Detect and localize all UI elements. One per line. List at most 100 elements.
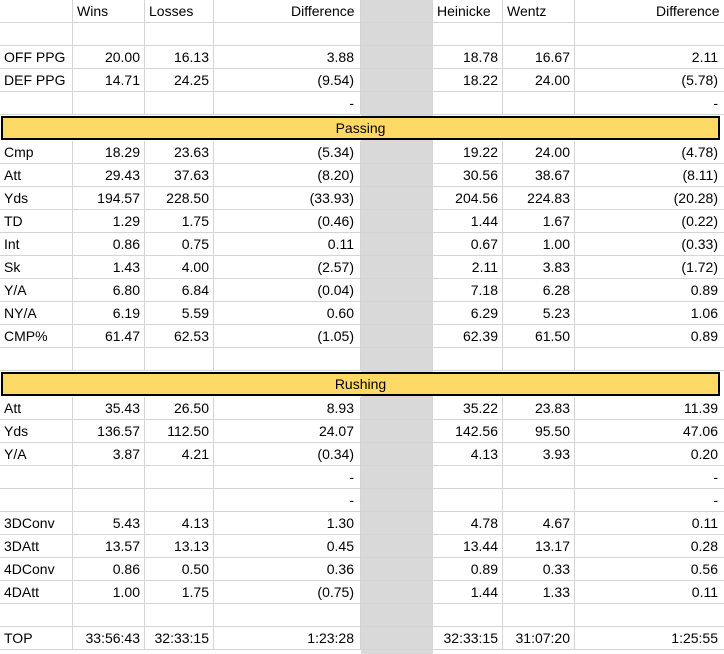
spacer-cell[interactable] bbox=[361, 489, 433, 511]
row-label-cell[interactable]: NY/A bbox=[0, 302, 73, 324]
value-cell[interactable]: 31:07:20 bbox=[503, 627, 575, 649]
value-cell[interactable]: 24.07 bbox=[214, 420, 361, 442]
value-cell[interactable]: 24.00 bbox=[503, 141, 575, 163]
spacer-cell[interactable] bbox=[361, 23, 433, 45]
spacer-cell[interactable] bbox=[361, 279, 433, 301]
value-cell[interactable]: 23.83 bbox=[503, 397, 575, 419]
value-cell[interactable] bbox=[503, 23, 575, 45]
spacer-cell[interactable] bbox=[361, 348, 433, 370]
row-label-cell[interactable]: Y/A bbox=[0, 279, 73, 301]
spacer-cell[interactable] bbox=[361, 187, 433, 209]
value-cell[interactable]: 112.50 bbox=[145, 420, 214, 442]
value-cell[interactable]: (8.20) bbox=[214, 164, 361, 186]
value-cell[interactable] bbox=[575, 23, 724, 45]
row-label-cell[interactable] bbox=[0, 466, 73, 488]
value-cell[interactable]: 6.80 bbox=[73, 279, 145, 301]
row-label-cell[interactable] bbox=[0, 23, 73, 45]
header-wentz[interactable]: Wentz bbox=[503, 0, 575, 22]
value-cell[interactable]: 30.56 bbox=[433, 164, 503, 186]
value-cell[interactable]: 26.50 bbox=[145, 397, 214, 419]
row-label-cell[interactable]: Y/A bbox=[0, 443, 73, 465]
row-label-cell[interactable]: Yds bbox=[0, 187, 73, 209]
value-cell[interactable]: 1:23:28 bbox=[214, 627, 361, 649]
value-cell[interactable]: - bbox=[214, 489, 361, 511]
row-label-cell[interactable] bbox=[0, 489, 73, 511]
value-cell[interactable]: 16.67 bbox=[503, 46, 575, 68]
value-cell[interactable]: 37.63 bbox=[145, 164, 214, 186]
spacer-cell[interactable] bbox=[361, 92, 433, 114]
value-cell[interactable] bbox=[214, 604, 361, 626]
row-label-cell[interactable]: TD bbox=[0, 210, 73, 232]
value-cell[interactable]: - bbox=[214, 466, 361, 488]
spacer-cell[interactable] bbox=[361, 141, 433, 163]
value-cell[interactable] bbox=[433, 466, 503, 488]
value-cell[interactable]: 0.89 bbox=[433, 558, 503, 580]
value-cell[interactable]: 13.17 bbox=[503, 535, 575, 557]
value-cell[interactable]: 0.89 bbox=[575, 325, 724, 347]
value-cell[interactable]: 13.13 bbox=[145, 535, 214, 557]
value-cell[interactable]: 20.00 bbox=[73, 46, 145, 68]
value-cell[interactable]: 2.11 bbox=[575, 46, 724, 68]
row-label-cell[interactable] bbox=[0, 92, 73, 114]
value-cell[interactable]: 24.25 bbox=[145, 69, 214, 91]
value-cell[interactable]: 18.78 bbox=[433, 46, 503, 68]
value-cell[interactable]: 35.43 bbox=[73, 397, 145, 419]
spacer-cell[interactable] bbox=[361, 466, 433, 488]
value-cell[interactable]: 1.00 bbox=[73, 581, 145, 603]
value-cell[interactable]: 5.23 bbox=[503, 302, 575, 324]
row-label-cell[interactable]: 4DAtt bbox=[0, 581, 73, 603]
value-cell[interactable] bbox=[73, 489, 145, 511]
value-cell[interactable]: 95.50 bbox=[503, 420, 575, 442]
value-cell[interactable]: 0.20 bbox=[575, 443, 724, 465]
value-cell[interactable] bbox=[503, 348, 575, 370]
value-cell[interactable]: 1.33 bbox=[503, 581, 575, 603]
value-cell[interactable]: 19.22 bbox=[433, 141, 503, 163]
value-cell[interactable]: 0.11 bbox=[214, 233, 361, 255]
row-label-cell[interactable]: OFF PPG bbox=[0, 46, 73, 68]
row-label-cell[interactable]: Sk bbox=[0, 256, 73, 278]
value-cell[interactable] bbox=[73, 466, 145, 488]
spacer-cell[interactable] bbox=[361, 581, 433, 603]
value-cell[interactable]: (0.34) bbox=[214, 443, 361, 465]
value-cell[interactable] bbox=[145, 23, 214, 45]
value-cell[interactable]: 204.56 bbox=[433, 187, 503, 209]
value-cell[interactable] bbox=[145, 92, 214, 114]
value-cell[interactable]: 3.93 bbox=[503, 443, 575, 465]
header-difference-2[interactable]: Difference bbox=[575, 0, 724, 22]
row-label-cell[interactable]: CMP% bbox=[0, 325, 73, 347]
value-cell[interactable] bbox=[73, 92, 145, 114]
value-cell[interactable]: 0.36 bbox=[214, 558, 361, 580]
spacer-cell[interactable] bbox=[361, 397, 433, 419]
value-cell[interactable]: 23.63 bbox=[145, 141, 214, 163]
row-label-cell[interactable]: 3DConv bbox=[0, 512, 73, 534]
value-cell[interactable]: - bbox=[214, 92, 361, 114]
value-cell[interactable]: 14.71 bbox=[73, 69, 145, 91]
value-cell[interactable]: 38.67 bbox=[503, 164, 575, 186]
header-heinicke[interactable]: Heinicke bbox=[433, 0, 503, 22]
spacer-cell[interactable] bbox=[361, 210, 433, 232]
row-label-cell[interactable]: TOP bbox=[0, 627, 73, 649]
value-cell[interactable]: 0.86 bbox=[73, 233, 145, 255]
value-cell[interactable]: 6.19 bbox=[73, 302, 145, 324]
value-cell[interactable]: 3.87 bbox=[73, 443, 145, 465]
value-cell[interactable]: 0.50 bbox=[145, 558, 214, 580]
value-cell[interactable]: 29.43 bbox=[73, 164, 145, 186]
value-cell[interactable]: - bbox=[575, 466, 724, 488]
value-cell[interactable]: 0.86 bbox=[73, 558, 145, 580]
spacer-cell[interactable] bbox=[361, 302, 433, 324]
value-cell[interactable]: 1.67 bbox=[503, 210, 575, 232]
value-cell[interactable]: 32:33:15 bbox=[433, 627, 503, 649]
value-cell[interactable]: (9.54) bbox=[214, 69, 361, 91]
value-cell[interactable]: 6.28 bbox=[503, 279, 575, 301]
value-cell[interactable]: 6.84 bbox=[145, 279, 214, 301]
value-cell[interactable] bbox=[73, 604, 145, 626]
value-cell[interactable]: (2.57) bbox=[214, 256, 361, 278]
value-cell[interactable]: 5.43 bbox=[73, 512, 145, 534]
value-cell[interactable]: (5.78) bbox=[575, 69, 724, 91]
value-cell[interactable] bbox=[433, 23, 503, 45]
value-cell[interactable]: 0.75 bbox=[145, 233, 214, 255]
value-cell[interactable]: 2.11 bbox=[433, 256, 503, 278]
spacer-cell[interactable] bbox=[361, 233, 433, 255]
row-label-cell[interactable]: 4DConv bbox=[0, 558, 73, 580]
value-cell[interactable]: 47.06 bbox=[575, 420, 724, 442]
